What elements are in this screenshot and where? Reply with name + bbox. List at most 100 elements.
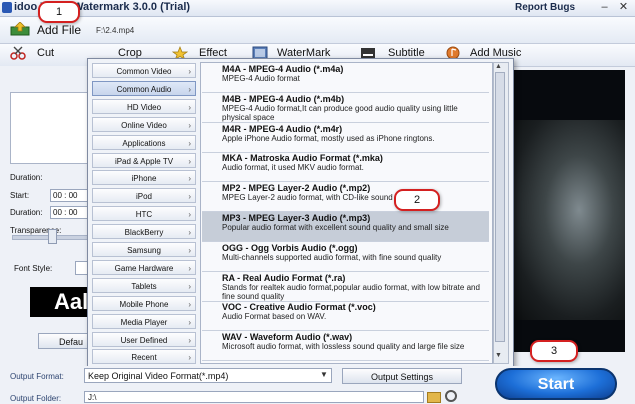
format-category-label: Tablets xyxy=(131,281,157,291)
chevron-right-icon: › xyxy=(188,317,191,327)
format-category-item[interactable]: HTC › xyxy=(92,206,196,222)
format-category-item[interactable]: Samsung › xyxy=(92,242,196,257)
output-folder-input[interactable]: J:\ xyxy=(84,391,424,403)
format-category-item[interactable]: Applications › xyxy=(92,134,196,150)
scrollbar-thumb[interactable] xyxy=(495,72,505,342)
chevron-right-icon: › xyxy=(188,102,191,112)
close-button[interactable]: ✕ xyxy=(617,1,630,13)
chevron-right-icon: › xyxy=(188,67,191,76)
format-category-item[interactable]: iPod › xyxy=(92,188,196,204)
format-title: MP3 - MPEG Layer-3 Audio (*.mp3) xyxy=(222,213,371,223)
format-description: Popular audio format with excellent soun… xyxy=(222,223,449,232)
format-list-item[interactable]: MKA - Matroska Audio Format (*.mka) Audio… xyxy=(202,152,489,183)
format-title: OGG - Ogg Vorbis Audio (*.ogg) xyxy=(222,242,358,253)
format-list-item[interactable]: M4A - MPEG-4 Audio (*.m4a) MPEG-4 Audio f… xyxy=(202,63,489,93)
app-icon xyxy=(2,2,12,13)
chevron-right-icon: › xyxy=(188,281,191,291)
format-description: Audio format, it used MKV audio format. xyxy=(222,163,364,173)
output-format-label: Output Format: xyxy=(10,372,64,381)
format-category-label: Common Audio xyxy=(116,84,172,94)
format-category-label: Recent xyxy=(131,353,157,363)
format-category-item[interactable]: Common Audio › xyxy=(92,80,196,96)
duration-time-input[interactable]: 00 : 00 xyxy=(50,206,92,219)
font-style-label: Font Style: xyxy=(14,264,53,273)
callout-2: 2 xyxy=(394,189,440,211)
format-category-item[interactable]: Tablets › xyxy=(92,277,196,293)
format-category-label: Mobile Phone xyxy=(119,299,169,309)
callout-3: 3 xyxy=(530,340,578,362)
format-category-label: BlackBerry xyxy=(124,228,164,238)
format-category-label: HTC xyxy=(135,210,153,220)
format-description: MPEG-4 Audio format xyxy=(222,74,300,83)
add-file-icon[interactable] xyxy=(10,22,30,36)
scroll-down-arrow-icon[interactable]: ▼ xyxy=(495,352,502,359)
format-list-item[interactable]: MP2 - MPEG Layer-2 Audio (*.mp2) MPEG Lay… xyxy=(202,182,489,213)
format-title: WAV - Waveform Audio (*.wav) xyxy=(222,332,353,343)
tab-cut[interactable]: Cut xyxy=(37,47,54,59)
format-category-label: Game Hardware xyxy=(114,263,174,273)
search-icon[interactable] xyxy=(445,390,457,402)
format-category-item[interactable]: Mobile Phone › xyxy=(92,295,196,311)
format-category-item[interactable]: Online Video › xyxy=(92,116,196,132)
chevron-down-icon[interactable]: ▼ xyxy=(320,370,328,379)
format-list-item[interactable]: M4R - MPEG-4 Audio (*.m4r) Apple iPhone A… xyxy=(202,123,489,153)
chevron-right-icon: › xyxy=(188,335,191,345)
format-category-label: Common Video xyxy=(116,67,172,76)
minimize-button[interactable]: – xyxy=(598,1,611,13)
format-category-item[interactable]: iPhone › xyxy=(92,170,196,186)
video-preview xyxy=(510,70,625,352)
chevron-right-icon: › xyxy=(188,138,191,148)
chevron-right-icon: › xyxy=(188,84,191,94)
start-time-input[interactable]: 00 : 00 xyxy=(50,189,92,202)
start-button[interactable]: Start xyxy=(495,368,617,400)
format-category-label: Media Player xyxy=(120,317,168,327)
format-category-label: iPod xyxy=(135,192,152,202)
format-category-item[interactable]: iPad & Apple TV › xyxy=(92,152,196,168)
format-category-item[interactable]: Common Video › xyxy=(92,63,196,78)
chevron-right-icon: › xyxy=(188,299,191,309)
chevron-right-icon: › xyxy=(188,263,191,273)
scroll-up-arrow-icon[interactable]: ▲ xyxy=(495,63,502,70)
format-list-item[interactable]: WAV - Waveform Audio (*.wav) Microsoft au… xyxy=(202,331,489,362)
format-category-label: User Defined xyxy=(120,335,168,345)
folder-icon[interactable] xyxy=(427,392,441,403)
duration-label: Duration: xyxy=(10,173,43,182)
chevron-right-icon: › xyxy=(188,156,191,166)
format-category-item[interactable]: Recent › xyxy=(92,349,196,365)
format-title: M4R - MPEG-4 Audio (*.m4r) xyxy=(222,123,343,134)
format-description: Audio Format based on WAV. xyxy=(222,312,327,322)
format-description: Microsoft audio format, with lossless so… xyxy=(222,342,465,352)
format-category-item[interactable]: HD Video › xyxy=(92,98,196,114)
format-category-label: iPad & Apple TV xyxy=(114,156,174,166)
chevron-right-icon: › xyxy=(188,174,191,184)
output-settings-button[interactable]: Output Settings xyxy=(342,368,462,384)
format-list-item[interactable]: M4B - MPEG-4 Audio (*.m4b) MPEG-4 Audio f… xyxy=(202,93,489,123)
format-category-label: HD Video xyxy=(126,102,162,112)
output-format-select[interactable]: Keep Original Video Format(*.mp4) xyxy=(84,368,332,383)
format-category-item[interactable]: BlackBerry › xyxy=(92,224,196,240)
format-list-item[interactable]: MP3 - MPEG Layer-3 Audio (*.mp3) Popular … xyxy=(202,212,489,242)
chevron-right-icon: › xyxy=(188,353,191,363)
duration-time-label: Duration: xyxy=(10,208,43,217)
chevron-right-icon: › xyxy=(188,210,191,220)
format-title: VOC - Creative Audio Format (*.voc) xyxy=(222,302,376,313)
watermark-preview-box xyxy=(10,92,92,164)
format-description: MPEG-4 Audio format,It can produce good … xyxy=(222,103,458,122)
chevron-right-icon: › xyxy=(188,246,191,255)
format-category-label: Online Video xyxy=(121,120,167,130)
video-frame xyxy=(510,120,625,320)
format-list-item[interactable]: VOC - Creative Audio Format (*.voc) Audio… xyxy=(202,301,489,332)
format-category-item[interactable]: User Defined › xyxy=(92,331,196,347)
format-description: Multi-channels supported audio format, w… xyxy=(222,252,442,262)
add-file-button[interactable]: Add File xyxy=(37,23,81,37)
transparence-slider-thumb[interactable] xyxy=(48,229,57,244)
format-description: Stands for realtek audio format,popular … xyxy=(222,282,480,301)
format-description: MPEG Layer-2 audio format, with CD-like … xyxy=(222,193,419,203)
format-description: Apple iPhone Audio format, mostly used a… xyxy=(222,133,435,143)
format-category-item[interactable]: Game Hardware › xyxy=(92,259,196,275)
format-category-item[interactable]: Media Player › xyxy=(92,313,196,329)
chevron-right-icon: › xyxy=(188,228,191,238)
report-bugs-link[interactable]: Report Bugs xyxy=(515,2,575,13)
format-list-item[interactable]: OGG - Ogg Vorbis Audio (*.ogg) Multi-chan… xyxy=(202,242,489,272)
format-list-item[interactable]: RA - Real Audio Format (*.ra) Stands for … xyxy=(202,272,489,302)
